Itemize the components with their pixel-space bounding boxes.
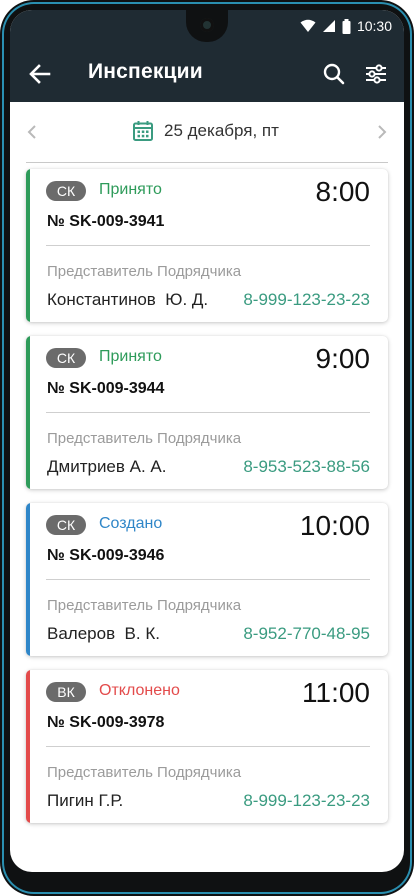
status-bar: 10:30 — [10, 10, 404, 46]
inspection-card[interactable]: СК Принято 9:00 № SK-009-3944 Представит… — [26, 336, 388, 489]
status-stripe — [26, 336, 30, 489]
calendar-icon[interactable] — [132, 120, 154, 142]
card-divider — [46, 412, 370, 413]
inspection-number: № SK-009-3946 — [47, 547, 165, 564]
inspection-card[interactable]: СК Создано 10:00 № SK-009-3946 Представи… — [26, 503, 388, 656]
inspection-number: № SK-009-3978 — [47, 714, 165, 731]
representative-name: Пигин Г.Р. — [47, 791, 124, 810]
chevron-left-icon[interactable] — [26, 124, 38, 145]
status-label: Принято — [99, 181, 162, 198]
card-divider — [46, 746, 370, 747]
phone-link[interactable]: 8-999-123-23-23 — [243, 791, 370, 811]
camera-icon — [200, 18, 214, 32]
phone-link[interactable]: 8-999-123-23-23 — [243, 290, 370, 310]
card-divider — [46, 245, 370, 246]
inspection-number: № SK-009-3941 — [47, 213, 165, 230]
representative-name: Константинов Ю. Д. — [47, 290, 209, 309]
status-label: Отклонено — [99, 682, 180, 699]
status-icons: 10:30 — [300, 18, 392, 34]
wifi-icon — [300, 19, 316, 33]
selected-date[interactable]: 25 декабря, пт — [164, 121, 279, 141]
inspection-time: 9:00 — [315, 343, 371, 374]
type-badge: СК — [46, 515, 86, 535]
screen: 10:30 Инспекции 25 декабря, пт СК Принят… — [10, 10, 404, 872]
phone-frame: 10:30 Инспекции 25 декабря, пт СК Принят… — [0, 0, 414, 896]
inspection-time: 10:00 — [299, 510, 370, 541]
signal-icon — [322, 19, 336, 33]
status-stripe — [26, 503, 30, 656]
representative-label: Представитель Подрядчика — [47, 263, 242, 280]
inspection-card[interactable]: ВК Отклонено 11:00 № SK-009-3978 Предста… — [26, 670, 388, 823]
phone-link[interactable]: 8-953-523-88-56 — [243, 457, 370, 477]
filter-icon[interactable] — [362, 60, 390, 88]
back-arrow-icon[interactable] — [26, 60, 54, 88]
status-label: Создано — [99, 515, 163, 532]
battery-icon — [342, 18, 351, 34]
representative-name: Дмитриев А. А. — [47, 457, 167, 476]
app-bar: Инспекции — [10, 46, 404, 102]
date-divider — [26, 162, 388, 163]
representative-label: Представитель Подрядчика — [47, 597, 242, 614]
inspection-time: 8:00 — [315, 176, 371, 207]
representative-label: Представитель Подрядчика — [47, 430, 242, 447]
phone-link[interactable]: 8-952-770-48-95 — [243, 624, 370, 644]
type-badge: СК — [46, 181, 86, 201]
status-label: Принято — [99, 348, 162, 365]
representative-name: Валеров В. К. — [47, 624, 160, 643]
type-badge: ВК — [46, 682, 86, 702]
date-selector: 25 декабря, пт — [10, 102, 404, 164]
page-title: Инспекции — [88, 60, 203, 83]
card-divider — [46, 579, 370, 580]
chevron-right-icon[interactable] — [376, 124, 388, 145]
representative-label: Представитель Подрядчика — [47, 764, 242, 781]
status-time: 10:30 — [356, 18, 392, 34]
inspection-number: № SK-009-3944 — [47, 380, 165, 397]
type-badge: СК — [46, 348, 86, 368]
inspection-time: 11:00 — [302, 677, 370, 708]
inspection-card[interactable]: СК Принято 8:00 № SK-009-3941 Представит… — [26, 169, 388, 322]
status-stripe — [26, 670, 30, 823]
search-icon[interactable] — [320, 60, 348, 88]
camera-notch — [186, 10, 228, 42]
status-stripe — [26, 169, 30, 322]
